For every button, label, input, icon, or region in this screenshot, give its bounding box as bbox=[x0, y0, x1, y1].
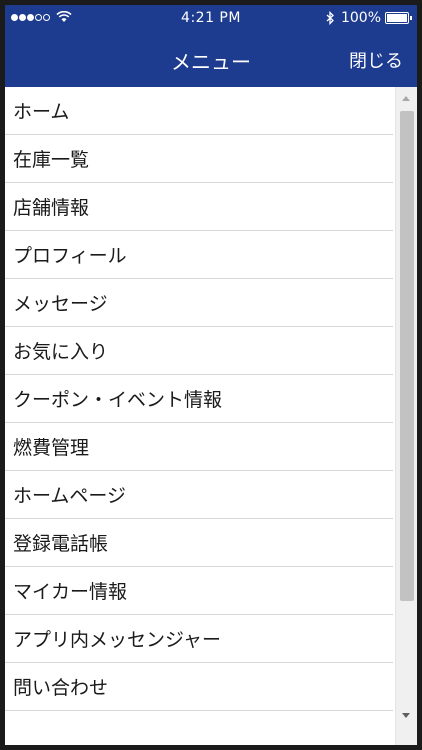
bluetooth-icon bbox=[326, 11, 334, 25]
menu-item-messages[interactable]: メッセージ bbox=[5, 279, 393, 327]
menu-item-home[interactable]: ホーム bbox=[5, 87, 393, 135]
menu-item-profile[interactable]: プロフィール bbox=[5, 231, 393, 279]
menu-item-messenger[interactable]: アプリ内メッセンジャー bbox=[5, 615, 393, 663]
battery-icon bbox=[385, 12, 412, 24]
menu-list: ホーム 在庫一覧 店舗情報 プロフィール メッセージ お気に入り クーポン・イベ… bbox=[5, 87, 393, 745]
status-bar: 4:21 PM 100% bbox=[5, 5, 417, 31]
nav-bar: メニュー 閉じる bbox=[5, 31, 417, 87]
battery-percentage: 100% bbox=[340, 10, 381, 26]
battery-indicator: 100% bbox=[325, 10, 412, 26]
scrollbar-thumb[interactable] bbox=[400, 111, 414, 601]
menu-item-store-info[interactable]: 店舗情報 bbox=[5, 183, 393, 231]
device-frame: 4:21 PM 100% メニュー 閉じる ホーム 在庫一覧 店舗情報 プロフィ… bbox=[0, 0, 422, 750]
scroll-down-arrow-icon[interactable] bbox=[402, 713, 410, 718]
screen: 4:21 PM 100% メニュー 閉じる ホーム 在庫一覧 店舗情報 プロフィ… bbox=[5, 5, 417, 745]
scroll-up-arrow-icon[interactable] bbox=[402, 96, 410, 101]
menu-item-coupons-events[interactable]: クーポン・イベント情報 bbox=[5, 375, 393, 423]
menu-item-inventory[interactable]: 在庫一覧 bbox=[5, 135, 393, 183]
menu-item-my-car[interactable]: マイカー情報 bbox=[5, 567, 393, 615]
menu-item-homepage[interactable]: ホームページ bbox=[5, 471, 393, 519]
menu-item-contact[interactable]: 問い合わせ bbox=[5, 663, 393, 711]
menu-item-phonebook[interactable]: 登録電話帳 bbox=[5, 519, 393, 567]
menu-item-fuel-management[interactable]: 燃費管理 bbox=[5, 423, 393, 471]
battery-nub bbox=[410, 16, 412, 20]
scrollbar[interactable] bbox=[395, 87, 417, 745]
close-button[interactable]: 閉じる bbox=[349, 47, 403, 73]
menu-item-favorites[interactable]: お気に入り bbox=[5, 327, 393, 375]
battery-fill bbox=[387, 14, 407, 22]
